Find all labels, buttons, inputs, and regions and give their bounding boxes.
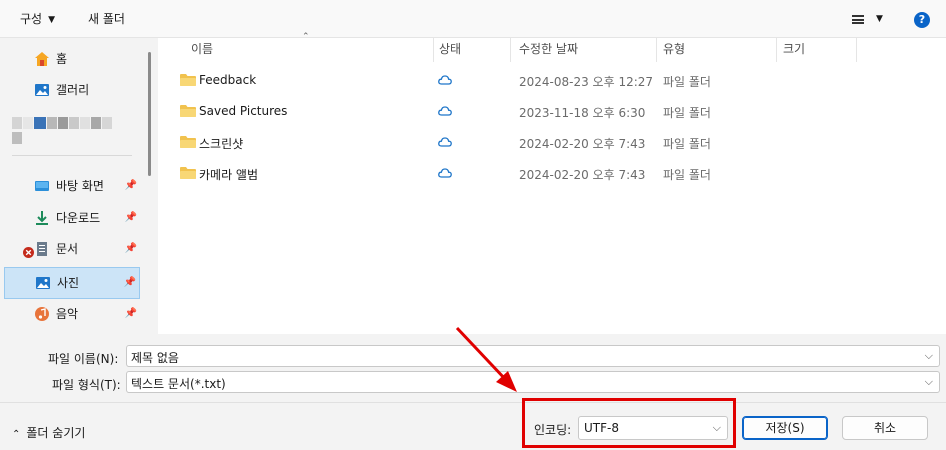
document-icon	[37, 242, 47, 256]
file-row[interactable]: 스크린샷 2024-02-20 오후 7:43 파일 폴더	[158, 128, 946, 158]
gallery-icon	[35, 84, 49, 96]
sidebar-item-label: 다운로드	[56, 211, 101, 225]
file-name: 스크린샷	[199, 137, 244, 151]
hide-folders-label: 폴더 숨기기	[26, 426, 86, 440]
organize-label: 구성	[20, 12, 43, 26]
chevron-down-icon[interactable]: ⌵	[925, 349, 933, 363]
sidebar-item-gallery[interactable]: 갤러리	[4, 75, 140, 105]
home-icon	[35, 52, 49, 66]
chevron-down-icon: ▼	[48, 15, 56, 25]
save-button[interactable]: 저장(S)	[742, 416, 828, 440]
hide-folders-button[interactable]: ⌃ 폴더 숨기기	[12, 424, 85, 441]
pin-icon[interactable]: 📌	[125, 203, 137, 233]
file-type: 파일 폴더	[663, 168, 711, 182]
music-icon	[35, 307, 49, 321]
file-row[interactable]: Saved Pictures 2023-11-18 오후 6:30 파일 폴더	[158, 97, 946, 127]
organize-button[interactable]: 구성 ▼	[20, 8, 55, 30]
file-name: Feedback	[199, 73, 257, 87]
footer-divider	[0, 402, 946, 403]
column-header-size[interactable]: 크기	[783, 38, 805, 62]
file-modified: 2023-11-18 오후 6:30	[519, 106, 646, 120]
column-separator[interactable]	[776, 38, 777, 62]
encoding-select[interactable]: UTF-8 ⌵	[578, 416, 728, 440]
file-modified: 2024-08-23 오후 12:27	[519, 75, 654, 89]
navigation-pane: 홈 갤러리 바탕 화면 📌 다운로드 📌 문서 📌 사진 📌 음악 📌	[0, 38, 144, 334]
sidebar-item-pictures[interactable]: 사진 📌	[4, 267, 140, 299]
chevron-down-icon: ⌵	[712, 421, 721, 434]
folder-icon	[180, 74, 196, 86]
folder-icon	[180, 136, 196, 148]
column-separator[interactable]	[656, 38, 657, 62]
filetype-value: 텍스트 문서(*.txt)	[131, 377, 226, 391]
encoding-value: UTF-8	[584, 421, 619, 435]
sidebar-item-desktop[interactable]: 바탕 화면 📌	[4, 171, 140, 201]
file-type: 파일 폴더	[663, 75, 711, 89]
sidebar-item-home[interactable]: 홈	[4, 44, 140, 74]
pin-icon[interactable]: 📌	[125, 234, 137, 264]
pin-icon[interactable]: 📌	[125, 171, 137, 201]
column-header-status[interactable]: 상태	[439, 38, 461, 62]
chevron-down-icon[interactable]: ⌵	[925, 375, 933, 389]
sidebar-item-label: 갤러리	[56, 83, 90, 97]
column-header-modified[interactable]: 수정한 날짜	[519, 38, 578, 62]
pin-icon[interactable]: 📌	[125, 299, 137, 329]
list-view-icon	[852, 15, 864, 24]
filetype-select[interactable]: 텍스트 문서(*.txt) ⌵	[126, 371, 940, 393]
pin-icon[interactable]: 📌	[124, 268, 136, 298]
sidebar-item-label: 바탕 화면	[56, 179, 104, 193]
cloud-icon	[438, 75, 452, 85]
view-options-button[interactable]: ▼	[852, 8, 888, 30]
column-separator[interactable]	[510, 38, 511, 62]
blurred-account-item	[12, 117, 122, 144]
filetype-label: 파일 형식(T):	[52, 378, 121, 392]
help-button[interactable]: ?	[914, 12, 930, 28]
sidebar-item-downloads[interactable]: 다운로드 📌	[4, 203, 140, 233]
new-folder-button[interactable]: 새 폴더	[88, 8, 125, 30]
column-separator[interactable]	[856, 38, 857, 62]
sidebar-item-label: 음악	[56, 307, 79, 321]
sort-ascending-icon: ⌃	[302, 32, 310, 42]
download-icon	[36, 211, 48, 225]
file-modified: 2024-02-20 오후 7:43	[519, 168, 646, 182]
cloud-icon	[438, 106, 452, 116]
sidebar-item-label: 문서	[56, 242, 79, 256]
filename-field[interactable]: 제목 없음 ⌵	[126, 345, 940, 367]
file-modified: 2024-02-20 오후 7:43	[519, 137, 646, 151]
file-type: 파일 폴더	[663, 137, 711, 151]
file-list: 이름 ⌃ 상태 수정한 날짜 유형 크기 Feedback 2024-08-23…	[158, 32, 946, 334]
column-header-type[interactable]: 유형	[663, 38, 685, 62]
column-separator[interactable]	[433, 38, 434, 62]
column-header-name[interactable]: 이름	[191, 38, 213, 62]
file-row[interactable]: Feedback 2024-08-23 오후 12:27 파일 폴더	[158, 66, 946, 96]
sidebar-scrollbar[interactable]	[145, 38, 157, 334]
chevron-up-icon: ⌃	[12, 429, 21, 440]
column-label: 이름	[191, 42, 214, 56]
filename-value: 제목 없음	[131, 351, 179, 365]
folder-icon	[180, 105, 196, 117]
file-name: Saved Pictures	[199, 104, 288, 118]
chevron-down-icon: ▼	[876, 14, 883, 24]
cloud-icon	[438, 137, 452, 147]
file-row[interactable]: 카메라 앨범 2024-02-20 오후 7:43 파일 폴더	[158, 159, 946, 189]
cancel-button[interactable]: 취소	[842, 416, 928, 440]
encoding-label: 인코딩:	[534, 423, 572, 437]
desktop-icon	[35, 181, 49, 191]
filename-label: 파일 이름(N):	[48, 352, 119, 366]
sidebar-item-documents[interactable]: 문서 📌	[4, 234, 140, 264]
scrollbar-thumb[interactable]	[148, 52, 151, 176]
sidebar-divider	[12, 155, 132, 156]
pictures-icon	[36, 277, 50, 289]
file-name: 카메라 앨범	[199, 168, 259, 182]
toolbar: 구성 ▼ 새 폴더 ▼ ?	[0, 0, 946, 38]
file-type: 파일 폴더	[663, 106, 711, 120]
folder-icon	[180, 167, 196, 179]
error-badge-icon	[23, 247, 34, 258]
sidebar-item-label: 홈	[56, 52, 68, 66]
sidebar-item-label: 사진	[57, 276, 80, 290]
cloud-icon	[438, 168, 452, 178]
sidebar-item-music[interactable]: 음악 📌	[4, 299, 140, 329]
